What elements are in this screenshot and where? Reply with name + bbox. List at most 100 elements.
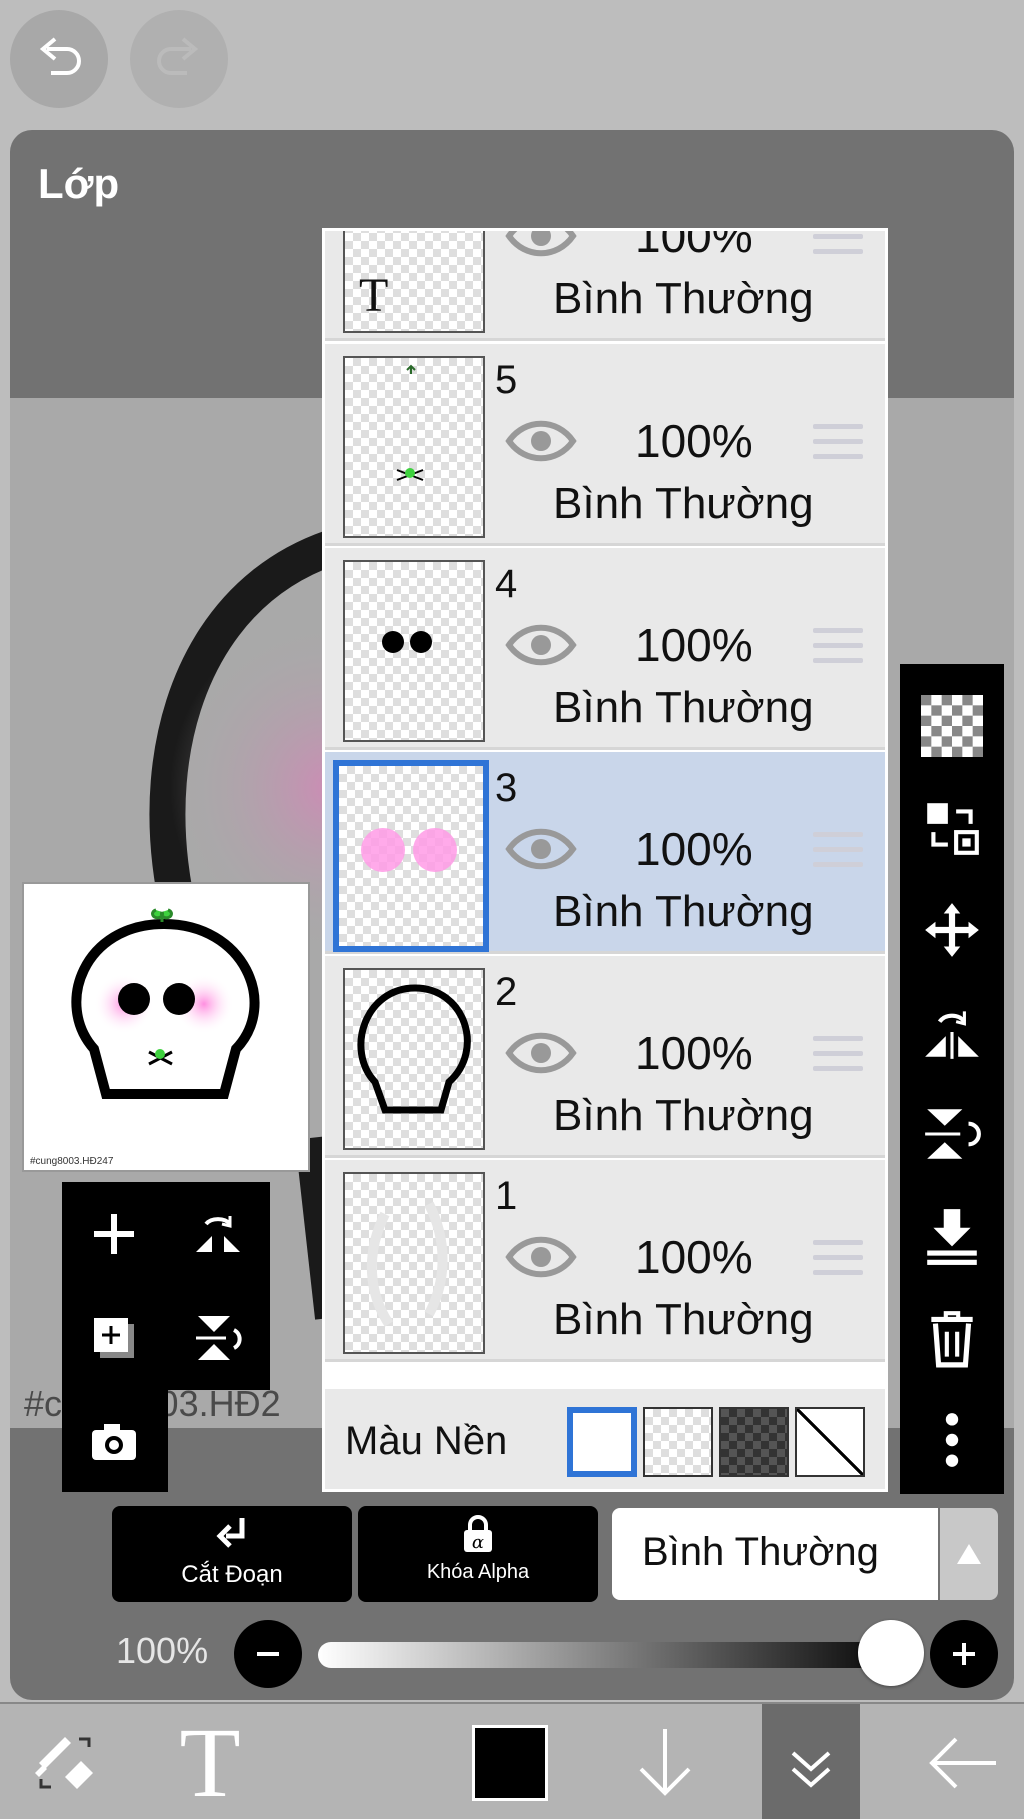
layer-opacity: 100%	[635, 228, 753, 262]
background-transparent-swatch[interactable]	[643, 1407, 713, 1477]
layers-list[interactable]: T 100% Bình Thường 5 100% Bình Thường 4 …	[322, 228, 888, 1492]
text-tool-button[interactable]: T	[160, 1704, 260, 1819]
drag-handle-icon[interactable]	[813, 1240, 863, 1280]
opacity-slider-track[interactable]	[318, 1642, 908, 1668]
more-options-button[interactable]	[900, 1390, 1004, 1490]
visibility-eye-icon[interactable]	[505, 228, 577, 261]
transparency-button[interactable]	[900, 676, 1004, 776]
opacity-decrease-button[interactable]	[234, 1620, 302, 1688]
layer-opacity: 100%	[635, 1027, 753, 1079]
layer-row-3[interactable]: 3 100% Bình Thường	[325, 752, 885, 954]
svg-text:α: α	[472, 1532, 484, 1553]
camera-icon	[92, 1424, 136, 1460]
flip-vertical-icon	[925, 1109, 981, 1159]
undo-button[interactable]	[10, 10, 108, 108]
background-color-row: Màu Nền	[325, 1389, 885, 1489]
layer-opacity: 100%	[635, 823, 753, 875]
layer-row-4[interactable]: 4 100% Bình Thường	[325, 548, 885, 750]
back-button[interactable]	[914, 1704, 1014, 1819]
opacity-increase-button[interactable]	[930, 1620, 998, 1688]
thumbnail-art	[382, 631, 432, 653]
drag-handle-icon[interactable]	[813, 832, 863, 872]
minus-icon	[257, 1652, 279, 1656]
left-tool-panel-2	[62, 1390, 168, 1492]
canvas-preview[interactable]: #cung8003.HĐ247	[22, 882, 310, 1172]
layer-blend-mode: Bình Thường	[553, 1091, 814, 1140]
arrow-left-icon	[929, 1737, 996, 1788]
flip-vertical-button[interactable]	[166, 1286, 270, 1390]
preview-artwork	[71, 908, 260, 1099]
merge-down-icon	[927, 1209, 977, 1265]
add-layer-button[interactable]	[62, 1182, 166, 1286]
delete-layer-button[interactable]	[900, 1288, 1004, 1388]
layer-thumbnail	[343, 560, 485, 742]
duplicate-layer-button[interactable]	[62, 1286, 166, 1390]
blend-mode-dropdown-button[interactable]	[940, 1508, 998, 1600]
layer-number: 4	[495, 562, 518, 606]
flip-horizontal-icon	[196, 1216, 240, 1252]
layer-thumbnail	[343, 356, 485, 538]
thumbnail-art	[396, 364, 424, 481]
brush-eraser-toggle-button[interactable]	[10, 1704, 120, 1819]
background-color-label: Màu Nền	[345, 1419, 508, 1463]
clipping-button[interactable]: Cắt Đoạn	[112, 1506, 352, 1602]
drag-handle-icon[interactable]	[813, 231, 863, 259]
plus-icon	[94, 1214, 134, 1254]
background-dark-checker-swatch[interactable]	[719, 1407, 789, 1477]
visibility-eye-icon[interactable]	[505, 620, 577, 670]
undo-icon	[39, 37, 81, 75]
arrow-down-icon	[639, 1728, 691, 1796]
drag-handle-icon[interactable]	[813, 424, 863, 464]
layer-thumbnail: T	[343, 231, 485, 333]
opacity-value-label: 100%	[116, 1630, 209, 1671]
flip-horizontal-right-button[interactable]	[900, 982, 1004, 1082]
background-white-swatch[interactable]	[567, 1407, 637, 1477]
layer-opacity: 100%	[635, 619, 753, 671]
layer-row-1[interactable]: 1 100% Bình Thường	[325, 1160, 885, 1362]
flip-vertical-right-button[interactable]	[900, 1084, 1004, 1184]
current-color-swatch	[472, 1724, 548, 1801]
visibility-eye-icon[interactable]	[505, 1028, 577, 1078]
brush-eraser-icon	[35, 1736, 93, 1789]
bottom-toolbar: T	[0, 1702, 1024, 1819]
visibility-eye-icon[interactable]	[505, 416, 577, 466]
layer-opacity: 100%	[635, 1231, 753, 1283]
collapse-panel-button[interactable]	[762, 1704, 860, 1819]
visibility-eye-icon[interactable]	[505, 824, 577, 874]
flip-horizontal-icon	[925, 1011, 979, 1059]
lock-alpha-icon: α	[464, 1515, 492, 1553]
flip-vertical-icon	[196, 1316, 242, 1360]
thumbnail-art	[357, 984, 471, 1114]
camera-button[interactable]	[62, 1390, 166, 1494]
redo-button[interactable]	[130, 10, 228, 108]
thumbnail-art	[361, 828, 457, 872]
text-layer-icon: T	[359, 269, 389, 322]
double-chevron-down-icon	[791, 1751, 831, 1788]
checkerboard-icon	[921, 695, 983, 757]
drag-handle-icon[interactable]	[813, 1036, 863, 1076]
swap-layer-button[interactable]	[900, 778, 1004, 878]
layer-number: 5	[495, 358, 518, 402]
move-button[interactable]	[900, 880, 1004, 980]
visibility-eye-icon[interactable]	[505, 1232, 577, 1282]
layer-blend-mode: Bình Thường	[553, 887, 814, 936]
color-picker-button[interactable]	[470, 1704, 550, 1819]
layer-row-2[interactable]: 2 100% Bình Thường	[325, 956, 885, 1158]
merge-down-button[interactable]	[900, 1186, 1004, 1286]
opacity-slider-knob[interactable]	[858, 1620, 924, 1686]
layer-down-button[interactable]	[620, 1704, 710, 1819]
flip-horizontal-button[interactable]	[166, 1182, 270, 1286]
layer-row-5[interactable]: 5 100% Bình Thường	[325, 344, 885, 546]
layer-thumbnail	[333, 760, 489, 952]
layer-row-text[interactable]: T 100% Bình Thường	[325, 228, 885, 341]
swap-icon	[927, 803, 979, 855]
drag-handle-icon[interactable]	[813, 628, 863, 668]
text-tool-icon: T	[179, 1706, 241, 1818]
layer-blend-mode: Bình Thường	[553, 479, 814, 528]
blend-mode-select[interactable]: Bình Thường	[612, 1508, 938, 1600]
clipping-arrow-icon	[216, 1518, 245, 1548]
layer-blend-mode: Bình Thường	[553, 683, 814, 732]
background-none-swatch[interactable]	[795, 1407, 865, 1477]
triangle-up-icon	[957, 1544, 981, 1564]
alpha-lock-button[interactable]: α Khóa Alpha	[358, 1506, 598, 1602]
